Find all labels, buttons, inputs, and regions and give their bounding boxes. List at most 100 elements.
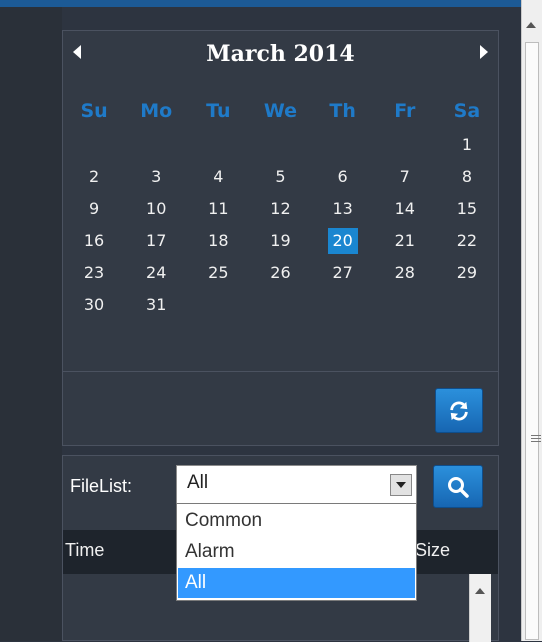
weekday-header: Sa (453, 100, 481, 122)
calendar-day-cell[interactable]: 18 (187, 225, 249, 257)
weekday-header: Fr (394, 100, 416, 122)
calendar-day[interactable]: 22 (452, 228, 482, 254)
calendar-week-row: 9 10 11 12 13 14 15 (63, 193, 498, 225)
calendar-day[interactable]: 17 (141, 228, 171, 254)
calendar-day-cell[interactable]: 21 (374, 225, 436, 257)
calendar-day[interactable]: 28 (390, 260, 420, 286)
weekday-header: Th (329, 100, 356, 122)
calendar-day-cell[interactable]: 19 (249, 225, 311, 257)
file-list-scrollbar[interactable] (469, 574, 491, 642)
calendar-day[interactable]: 5 (265, 164, 295, 190)
calendar-day[interactable]: 6 (328, 164, 358, 190)
scroll-up-arrow-icon[interactable] (475, 588, 485, 594)
scroll-up-arrow-icon[interactable] (526, 22, 536, 28)
column-header-size: Size (415, 540, 451, 560)
calendar-day-cell[interactable]: 13 (312, 193, 374, 225)
dropdown-option-all[interactable]: All (178, 568, 415, 598)
calendar-day-cell[interactable]: 7 (374, 161, 436, 193)
calendar-day[interactable]: 23 (79, 260, 109, 286)
calendar-days: 1 2 3 4 5 6 7 8 9 10 11 12 13 14 15 16 17 18 19 20 21 22 23 24 2… (63, 129, 498, 321)
calendar-day[interactable]: 31 (141, 292, 171, 318)
search-button[interactable] (433, 465, 483, 508)
calendar-day[interactable]: 4 (203, 164, 233, 190)
calendar-day[interactable]: 21 (390, 228, 420, 254)
calendar-day-cell[interactable]: 27 (312, 257, 374, 289)
calendar-day[interactable]: 1 (452, 132, 482, 158)
calendar-day[interactable]: 11 (203, 196, 233, 222)
calendar-day[interactable]: 8 (452, 164, 482, 190)
calendar-day[interactable]: 10 (141, 196, 171, 222)
calendar-day[interactable]: 25 (203, 260, 233, 286)
calendar-day[interactable]: 29 (452, 260, 482, 286)
calendar-day-cell[interactable]: 4 (187, 161, 249, 193)
calendar-day-cell[interactable]: 10 (125, 193, 187, 225)
dropdown-option-alarm[interactable]: Alarm (178, 537, 415, 567)
calendar-day[interactable]: 12 (265, 196, 295, 222)
calendar-day-cell[interactable]: 6 (312, 161, 374, 193)
calendar-day-cell (187, 289, 249, 321)
calendar-day-cell (63, 129, 125, 161)
month-title: March 2014 (206, 41, 355, 67)
calendar-day-cell (312, 289, 374, 321)
calendar-day-cell[interactable]: 17 (125, 225, 187, 257)
refresh-icon (450, 401, 468, 420)
calendar-day-cell[interactable]: 22 (436, 225, 498, 257)
weekday-header: Mo (140, 100, 173, 122)
calendar-day-cell[interactable]: 2 (63, 161, 125, 193)
calendar-week-row: 30 31 (63, 289, 498, 321)
calendar-day-cell[interactable]: 1 (436, 129, 498, 161)
file-type-dropdown-list[interactable]: Common Alarm All (176, 503, 417, 601)
calendar-day[interactable]: 30 (79, 292, 109, 318)
calendar-day[interactable]: 26 (265, 260, 295, 286)
calendar-day[interactable]: 3 (141, 164, 171, 190)
calendar-day-cell[interactable]: 12 (249, 193, 311, 225)
calendar-day[interactable]: 19 (265, 228, 295, 254)
calendar-day[interactable]: 13 (328, 196, 358, 222)
calendar-day-cell[interactable]: 11 (187, 193, 249, 225)
calendar-day-cell[interactable]: 15 (436, 193, 498, 225)
calendar-week-row: 2 3 4 5 6 7 8 (63, 161, 498, 193)
calendar-day-cell[interactable]: 29 (436, 257, 498, 289)
calendar-day[interactable]: 16 (79, 228, 109, 254)
calendar-day[interactable]: 27 (328, 260, 358, 286)
calendar-day-cell[interactable]: 20 (312, 225, 374, 257)
next-month-arrow-icon[interactable] (480, 45, 488, 59)
calendar-day[interactable]: 18 (203, 228, 233, 254)
calendar-day-cell[interactable]: 5 (249, 161, 311, 193)
calendar-day-cell[interactable]: 23 (63, 257, 125, 289)
calendar-day-cell (125, 129, 187, 161)
calendar-day-selected[interactable]: 20 (327, 228, 358, 254)
window-scrollbar[interactable] (521, 0, 542, 641)
calendar-day[interactable]: 14 (390, 196, 420, 222)
scrollbar-grip-icon (531, 435, 541, 444)
left-panel-strip (0, 7, 62, 641)
calendar-day-cell (374, 129, 436, 161)
calendar-day-cell[interactable]: 9 (63, 193, 125, 225)
calendar-day[interactable]: 24 (141, 260, 171, 286)
divider (63, 371, 498, 372)
calendar-day-cell[interactable]: 24 (125, 257, 187, 289)
calendar-day-cell[interactable]: 30 (63, 289, 125, 321)
calendar-day[interactable]: 9 (79, 196, 109, 222)
calendar-day[interactable]: 7 (390, 164, 420, 190)
calendar-header: March 2014 (63, 31, 498, 77)
search-icon (448, 476, 469, 498)
calendar-day[interactable]: 2 (79, 164, 109, 190)
file-type-select[interactable]: All (176, 465, 417, 504)
calendar-day-cell[interactable]: 31 (125, 289, 187, 321)
calendar-week-row: 1 (63, 129, 498, 161)
refresh-button[interactable] (435, 388, 483, 433)
calendar-day-cell[interactable]: 25 (187, 257, 249, 289)
calendar-day-cell[interactable]: 26 (249, 257, 311, 289)
calendar-day-cell[interactable]: 3 (125, 161, 187, 193)
column-header-time: Time (65, 540, 105, 560)
scrollbar-thumb[interactable] (525, 42, 541, 640)
dropdown-option-common[interactable]: Common (178, 506, 415, 536)
calendar-day-cell[interactable]: 8 (436, 161, 498, 193)
calendar-day-cell[interactable]: 28 (374, 257, 436, 289)
calendar-week-row: 16 17 18 19 20 21 22 (63, 225, 498, 257)
calendar-day-cell[interactable]: 14 (374, 193, 436, 225)
chevron-down-icon[interactable] (390, 474, 412, 496)
calendar-day[interactable]: 15 (452, 196, 482, 222)
calendar-day-cell[interactable]: 16 (63, 225, 125, 257)
